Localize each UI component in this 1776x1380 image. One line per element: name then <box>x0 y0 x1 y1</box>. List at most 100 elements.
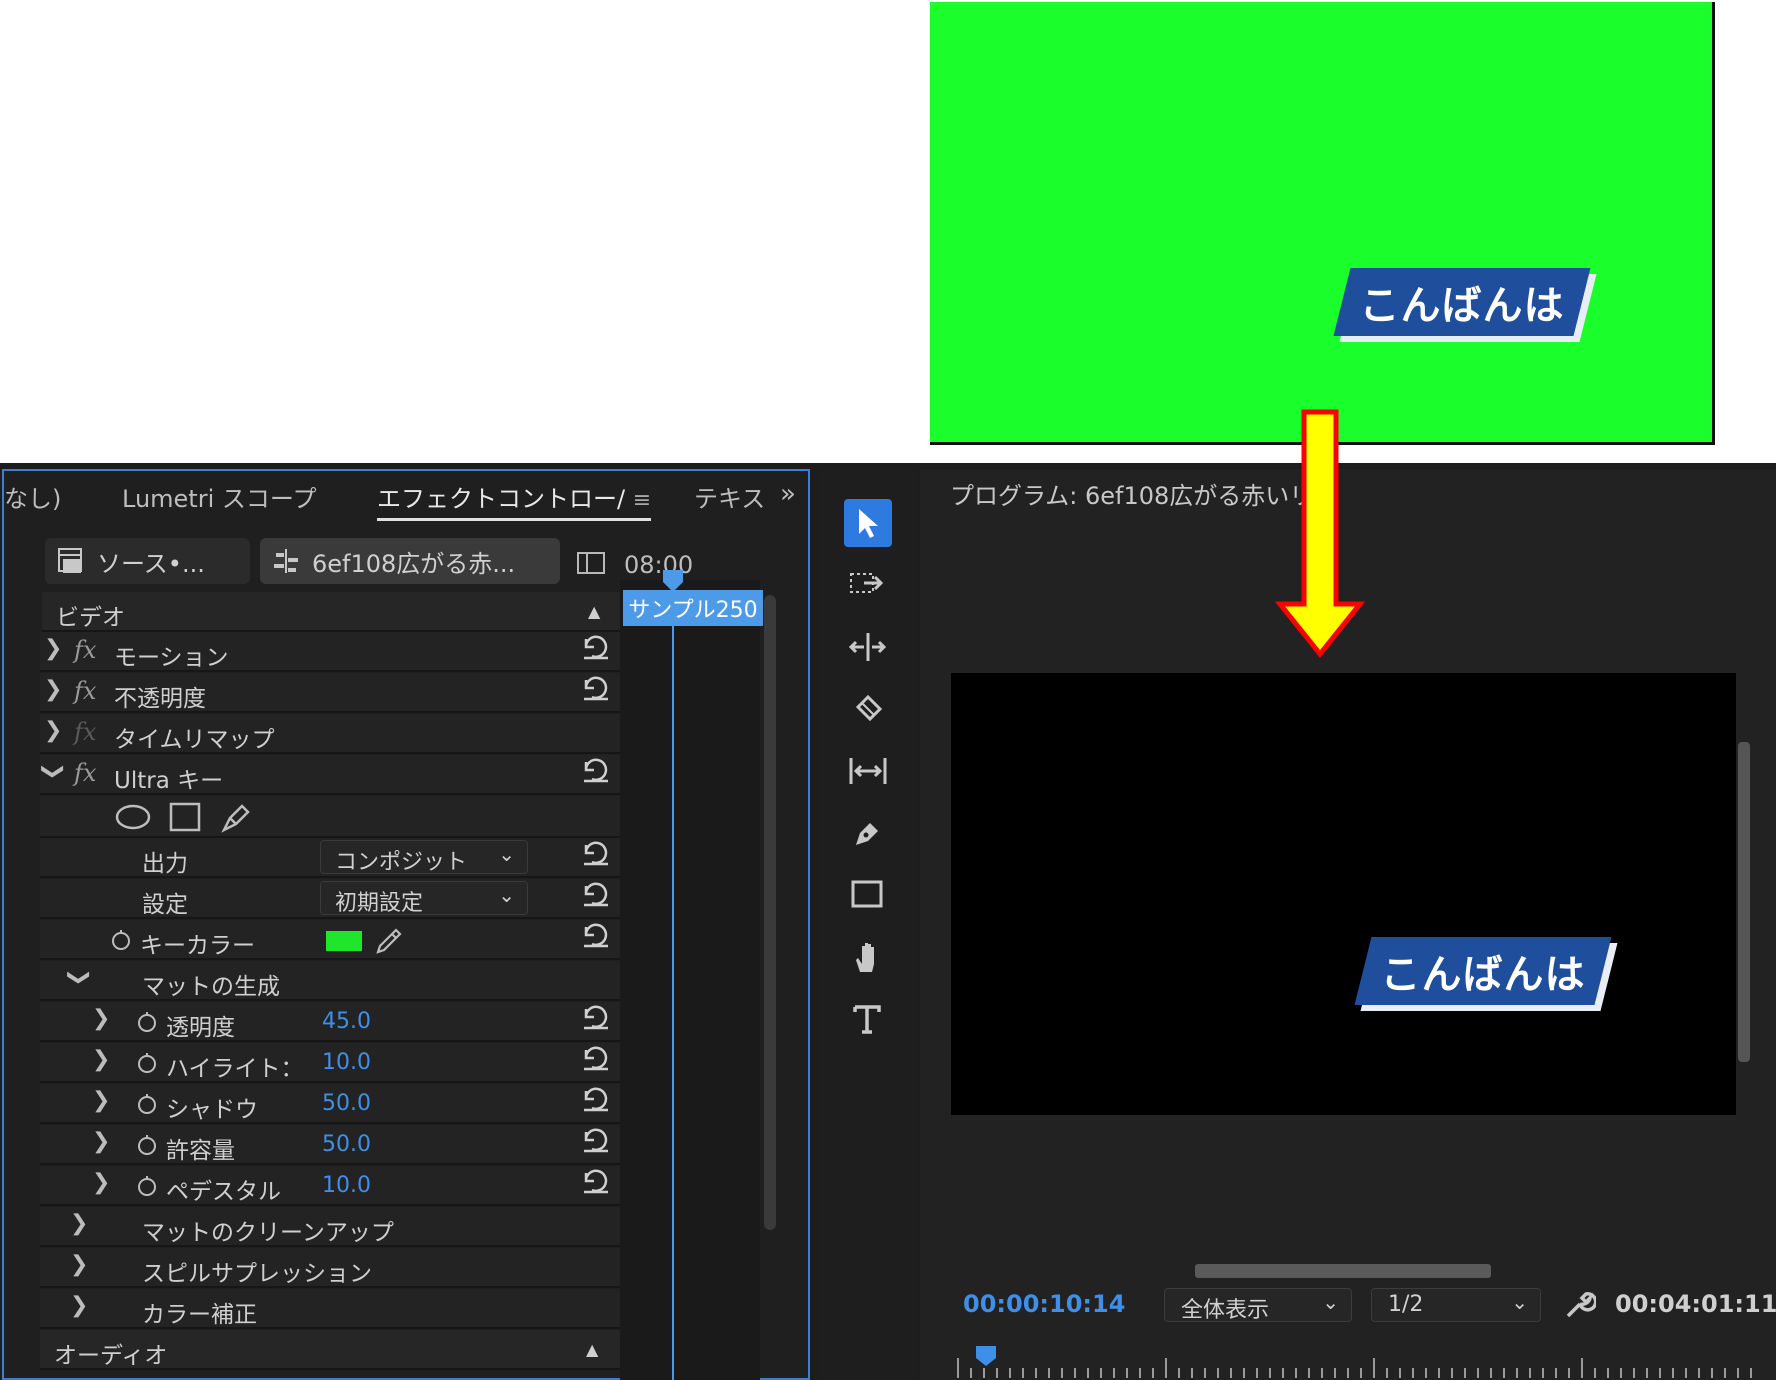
param-label-highlight: ハイライト： <box>166 1056 304 1082</box>
param-value-tolerance[interactable]: 50.0 <box>322 1132 371 1157</box>
output-dropdown[interactable]: コンポジット ⌄ <box>320 840 528 875</box>
down-arrow-annotation-icon <box>1274 409 1366 658</box>
param-label-pedestal: ペデスタル <box>166 1179 281 1205</box>
rectangle-mask-icon[interactable] <box>168 801 202 833</box>
param-value-highlight[interactable]: 10.0 <box>322 1050 371 1075</box>
param-row: ❯ 許容量 50.0 <box>40 1125 620 1165</box>
stopwatch-icon[interactable] <box>136 1052 158 1074</box>
ripple-edit-tool[interactable] <box>844 623 892 671</box>
setting-dropdown[interactable]: 初期設定 ⌄ <box>320 881 528 916</box>
expand-chevron-icon[interactable]: ❯ <box>44 718 62 743</box>
effect-row-motion[interactable]: ❯ fx モーション <box>40 632 620 672</box>
playhead-line[interactable] <box>672 580 674 1380</box>
audio-section-header[interactable]: オーディオ ▲ <box>40 1330 620 1370</box>
reset-icon[interactable] <box>580 840 612 872</box>
param-value-pedestal[interactable]: 10.0 <box>322 1173 371 1198</box>
spill-suppression-label: スピルサプレッション <box>142 1261 372 1287</box>
eyedropper-icon[interactable] <box>374 924 404 956</box>
reset-icon[interactable] <box>580 881 612 913</box>
program-video-frame[interactable]: こんばんは <box>951 673 1736 1115</box>
expand-chevron-icon[interactable]: ❯ <box>92 1170 110 1195</box>
matte-cleanup-row[interactable]: ❯ マットのクリーンアップ <box>40 1207 620 1247</box>
stopwatch-icon[interactable] <box>110 929 132 951</box>
expand-chevron-icon[interactable]: ❯ <box>92 1047 110 1072</box>
hand-tool[interactable] <box>844 933 892 981</box>
fx-icon[interactable]: fx <box>74 636 96 664</box>
collapse-chevron-icon[interactable]: ❯ <box>41 762 66 780</box>
expand-chevron-icon[interactable]: ❯ <box>44 677 62 702</box>
lower-third-text: こんばんは <box>1380 952 1586 998</box>
expand-chevron-icon[interactable]: ❯ <box>92 1088 110 1113</box>
pen-mask-icon[interactable] <box>220 800 254 834</box>
zoom-dropdown[interactable]: 全体表示 ⌄ <box>1164 1288 1352 1323</box>
slip-tool[interactable] <box>844 747 892 795</box>
pen-tool[interactable] <box>844 809 892 857</box>
program-playhead-icon <box>976 1346 996 1366</box>
program-vertical-scrollbar[interactable] <box>1738 742 1750 1062</box>
rectangle-tool[interactable] <box>844 871 892 919</box>
reset-icon[interactable] <box>580 675 612 707</box>
key-color-swatch[interactable] <box>326 931 362 951</box>
setting-row: 設定 初期設定 ⌄ <box>40 879 620 919</box>
param-row: ❯ ペデスタル 10.0 <box>40 1166 620 1206</box>
effect-rows: ❯ fx モーション ❯ fx 不透明度 ❯ fx タイムリマップ ❯ fx U… <box>2 469 622 1380</box>
clip-bar[interactable]: サンプル250 <box>623 590 763 626</box>
expand-chevron-icon[interactable]: ❯ <box>70 1211 88 1236</box>
reset-icon[interactable] <box>580 634 612 666</box>
reset-icon[interactable] <box>580 1168 612 1200</box>
reset-icon[interactable] <box>580 1086 612 1118</box>
stopwatch-icon[interactable] <box>136 1093 158 1115</box>
key-color-row: キーカラー <box>40 920 620 960</box>
ellipse-mask-icon[interactable] <box>114 802 152 832</box>
track-select-tool[interactable] <box>844 561 892 609</box>
reset-icon[interactable] <box>580 1127 612 1159</box>
selection-tool[interactable] <box>844 499 892 547</box>
lower-third-text: こんばんは <box>1359 283 1565 329</box>
fx-icon[interactable]: fx <box>74 677 96 705</box>
param-label-shadow: シャドウ <box>166 1097 258 1123</box>
wrench-settings-icon[interactable] <box>1564 1288 1596 1320</box>
stopwatch-icon[interactable] <box>136 1134 158 1156</box>
param-label-transparency: 透明度 <box>166 1015 235 1041</box>
razor-tool[interactable] <box>844 685 892 733</box>
fx-icon[interactable]: fx <box>74 759 96 787</box>
track-select-icon <box>850 573 884 593</box>
collapse-chevron-icon[interactable]: ❯ <box>67 968 92 986</box>
program-horizontal-scrollbar[interactable] <box>1195 1264 1491 1278</box>
effect-controls-timeline[interactable] <box>620 580 760 1380</box>
tab-text[interactable]: テキス <box>694 479 765 514</box>
spill-suppression-row[interactable]: ❯ スピルサプレッション <box>40 1248 620 1288</box>
collapse-up-icon[interactable]: ▲ <box>586 1340 598 1359</box>
expand-chevron-icon[interactable]: ❯ <box>70 1293 88 1318</box>
stopwatch-icon[interactable] <box>136 1175 158 1197</box>
chevron-down-icon: ⌄ <box>498 842 515 866</box>
program-time-ruler[interactable] <box>952 1340 1762 1380</box>
expand-chevron-icon[interactable]: ❯ <box>92 1129 110 1154</box>
reset-icon[interactable] <box>580 1004 612 1036</box>
reset-icon[interactable] <box>580 1045 612 1077</box>
color-correction-row[interactable]: ❯ カラー補正 <box>40 1289 620 1329</box>
playhead-handle-icon[interactable] <box>660 568 686 594</box>
effect-row-ultra-key[interactable]: ❯ fx Ultra キー <box>40 755 620 795</box>
effect-row-opacity[interactable]: ❯ fx 不透明度 <box>40 673 620 713</box>
overflow-tabs-icon[interactable]: » <box>780 479 796 509</box>
effect-label-time-remap: タイムリマップ <box>114 727 275 753</box>
current-timecode[interactable]: 00:00:10:14 <box>963 1290 1125 1318</box>
audio-section-label: オーディオ <box>54 1343 168 1369</box>
effect-controls-scrollbar[interactable] <box>764 595 776 1230</box>
reset-icon[interactable] <box>580 757 612 789</box>
effect-row-time-remap[interactable]: ❯ fx タイムリマップ <box>40 714 620 754</box>
expand-chevron-icon[interactable]: ❯ <box>44 636 62 661</box>
expand-chevron-icon[interactable]: ❯ <box>92 1006 110 1031</box>
stopwatch-icon[interactable] <box>136 1011 158 1033</box>
resolution-dropdown[interactable]: 1/2 ⌄ <box>1371 1288 1541 1322</box>
slip-icon <box>849 758 887 784</box>
expand-chevron-icon[interactable]: ❯ <box>70 1252 88 1277</box>
panel-menu-icon[interactable]: ≡ <box>633 488 651 513</box>
param-value-shadow[interactable]: 50.0 <box>322 1091 371 1116</box>
reset-icon[interactable] <box>580 922 612 954</box>
param-value-transparency[interactable]: 45.0 <box>322 1009 371 1034</box>
selection-arrow-icon <box>859 509 878 538</box>
type-tool[interactable] <box>844 995 892 1043</box>
matte-generation-row[interactable]: ❯ マットの生成 <box>40 961 620 1001</box>
